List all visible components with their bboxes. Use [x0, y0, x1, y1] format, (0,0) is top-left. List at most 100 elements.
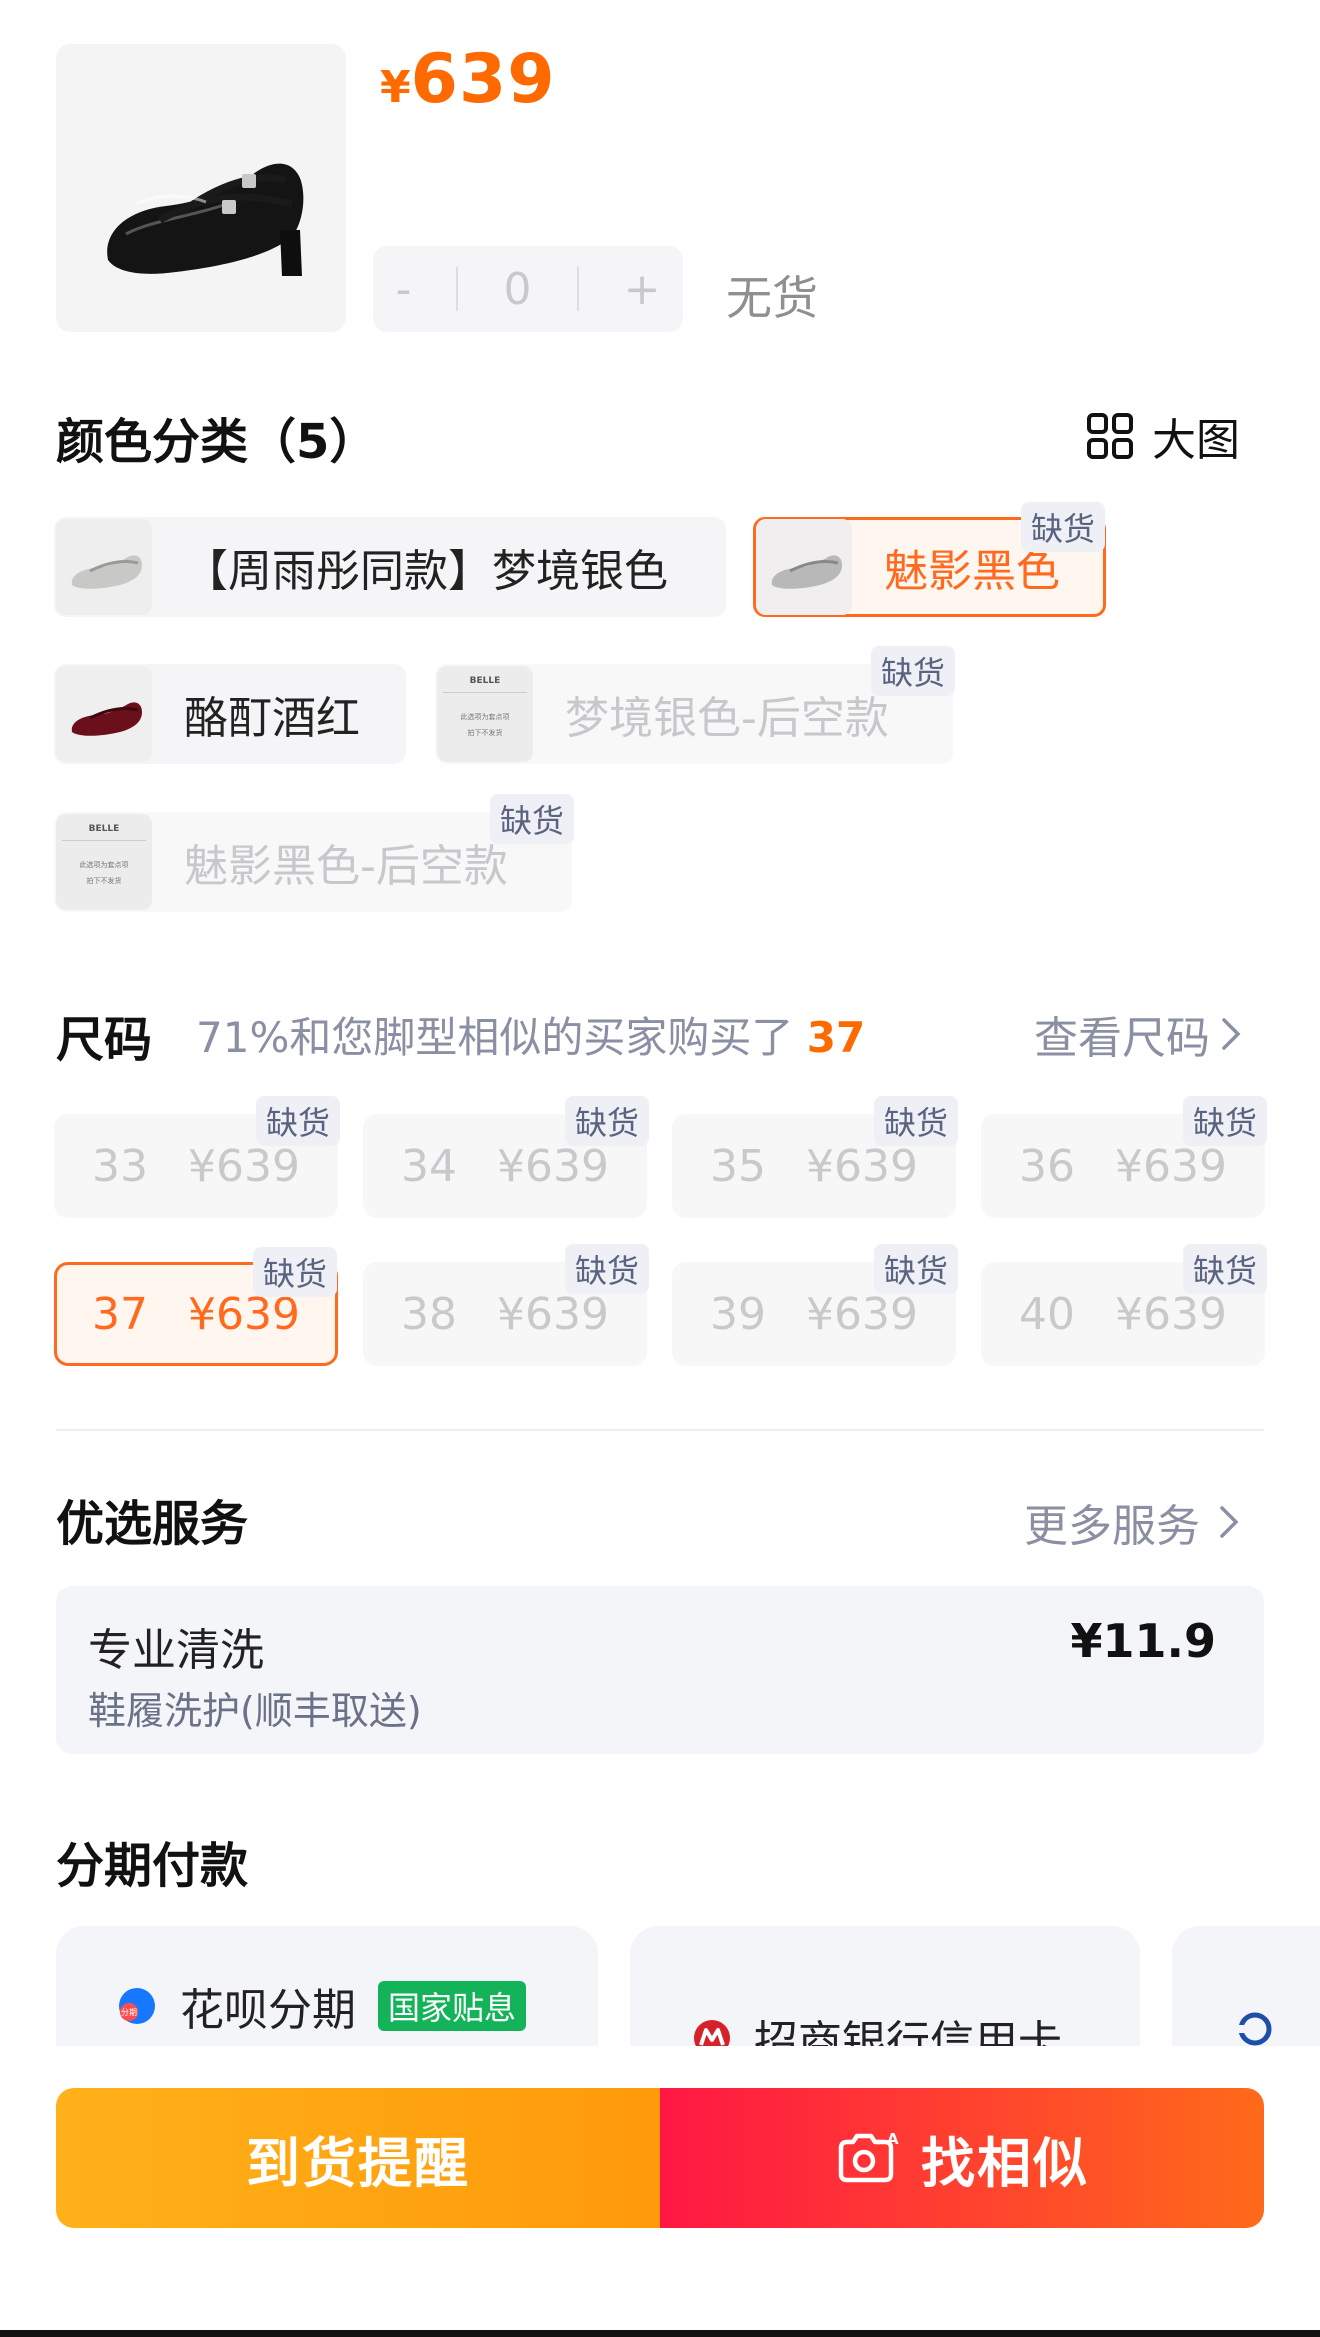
shoe-image [56, 666, 152, 762]
color-option-wine-red[interactable]: 酪酊酒红 [54, 664, 406, 764]
color-option-silver-slingback[interactable]: BELLE 此选项为套点项 拍下不发货 梦境银色-后空款 缺货 [435, 646, 955, 764]
out-of-stock-badge: 缺货 [489, 794, 574, 844]
size-number: 40 [1019, 1288, 1075, 1340]
size-number: 36 [1019, 1140, 1075, 1192]
color-option-silver[interactable]: 【周雨彤同款】梦境银色 [54, 517, 726, 617]
size-option-34[interactable]: 34 ¥639 缺货 [363, 1096, 649, 1218]
placeholder-divider [443, 692, 527, 693]
huabei-row: 分期 花呗分期 国家贴息 [116, 1974, 527, 2038]
placeholder-thumbnail: BELLE 此选项为套点项 拍下不发货 [56, 814, 152, 910]
size-guide-label: 查看尺码 [1034, 1013, 1210, 1064]
more-services-label: 更多服务 [1024, 1501, 1200, 1552]
size-price: ¥639 [497, 1140, 609, 1192]
size-option-39[interactable]: 39 ¥639 缺货 [672, 1244, 958, 1366]
size-price: ¥639 [1115, 1288, 1227, 1340]
chevron-right-icon [1222, 1018, 1241, 1050]
color-thumbnail [56, 519, 152, 615]
big-view-label: 大图 [1152, 415, 1240, 466]
services-title: 优选服务 [56, 1496, 249, 1552]
out-of-stock-badge: 缺货 [1182, 1096, 1267, 1146]
color-option-black[interactable]: 魅影黑色 缺货 [753, 502, 1106, 617]
color-option-label: 梦境银色-后空款 [565, 693, 889, 744]
service-description: 鞋履洗护(顺丰取送) [88, 1689, 422, 1733]
find-similar-button[interactable]: AI 找相似 [660, 2088, 1264, 2228]
size-option-35[interactable]: 35 ¥639 缺货 [672, 1096, 958, 1218]
placeholder-line-2: 拍下不发货 [467, 729, 503, 737]
size-price: ¥639 [188, 1140, 300, 1192]
chevron-right-icon [1220, 1506, 1239, 1538]
service-name: 专业清洗 [88, 1625, 264, 1676]
arrival-notice-button[interactable]: 到货提醒 [56, 2088, 660, 2228]
arrival-notice-label: 到货提醒 [246, 2131, 470, 2195]
home-indicator [0, 2330, 1320, 2337]
ai-camera-icon: AI [838, 2130, 899, 2183]
size-number: 38 [401, 1288, 457, 1340]
size-option-36[interactable]: 36 ¥639 缺货 [981, 1096, 1267, 1218]
brand-text: BELLE [88, 824, 120, 834]
size-price: ¥639 [497, 1288, 609, 1340]
price-value: 639 [410, 40, 556, 119]
installment-label: 花呗分期 [180, 1985, 356, 2036]
size-number: 33 [92, 1140, 148, 1192]
color-option-label: 魅影黑色-后空款 [184, 841, 508, 892]
size-price: ¥639 [806, 1288, 918, 1340]
installment-title: 分期付款 [56, 1838, 249, 1894]
size-section-title: 尺码 [56, 1012, 153, 1068]
out-of-stock-badge: 缺货 [870, 646, 955, 696]
service-card-cleaning[interactable]: 专业清洗 鞋履洗护(顺丰取送) ¥11.9 [56, 1586, 1264, 1754]
stepper-divider [576, 267, 579, 311]
stepper-divider [456, 267, 459, 311]
color-thumbnail [756, 519, 852, 615]
more-services-link[interactable]: 更多服务 [1024, 1490, 1240, 1554]
find-similar-label: 找相似 [921, 2131, 1089, 2195]
placeholder-line-2: 拍下不发货 [86, 877, 122, 885]
shoe-image [107, 163, 304, 276]
recommended-size: 37 [806, 1013, 866, 1062]
big-view-button[interactable]: 大图 [1086, 404, 1240, 468]
size-option-38[interactable]: 38 ¥639 缺货 [363, 1244, 649, 1366]
shoe-image [756, 519, 852, 615]
size-hint-text: 71%和您脚型相似的买家购买了 [196, 1013, 794, 1062]
out-of-stock-badge: 缺货 [1020, 502, 1105, 552]
color-option-label: 【周雨彤同款】梦境银色 [184, 546, 668, 597]
quantity-stepper[interactable]: - 0 + [373, 246, 683, 332]
section-divider [56, 1429, 1264, 1431]
color-section-title: 颜色分类（5） [56, 414, 378, 470]
brand-text: BELLE [469, 676, 501, 686]
huabei-icon: 分期 [119, 1988, 155, 2024]
placeholder-line-1: 此选项为套点项 [79, 861, 129, 869]
ai-icon-text: AI [887, 2130, 899, 2148]
increment-button[interactable]: + [624, 264, 661, 315]
shoe-image [56, 519, 152, 615]
product-thumbnail[interactable] [56, 44, 346, 332]
grid-icon [1087, 413, 1133, 459]
size-option-40[interactable]: 40 ¥639 缺货 [981, 1244, 1267, 1366]
bank-logo-icon [1238, 2012, 1272, 2046]
out-of-stock-badge: 缺货 [873, 1096, 958, 1146]
color-option-label: 酪酊酒红 [184, 693, 360, 744]
out-of-stock-badge: 缺货 [564, 1096, 649, 1146]
size-guide-link[interactable]: 查看尺码 [1034, 1002, 1242, 1066]
subsidy-badge: 国家贴息 [378, 1981, 527, 2031]
decrement-button[interactable]: - [396, 264, 412, 315]
color-thumbnail [56, 666, 152, 762]
size-option-37[interactable]: 37 ¥639 缺货 [54, 1247, 338, 1366]
placeholder-line-1: 此选项为套点项 [460, 713, 510, 721]
size-number: 37 [92, 1288, 148, 1340]
size-number: 34 [401, 1140, 457, 1192]
size-price: ¥639 [1115, 1140, 1227, 1192]
out-of-stock-badge: 缺货 [1182, 1244, 1267, 1294]
service-price: ¥11.9 [1070, 1614, 1216, 1668]
color-option-black-slingback[interactable]: BELLE 此选项为套点项 拍下不发货 魅影黑色-后空款 缺货 [54, 794, 574, 912]
product-price: ¥639 [380, 40, 556, 119]
out-of-stock-badge: 缺货 [252, 1247, 337, 1297]
out-of-stock-badge: 缺货 [873, 1244, 958, 1294]
size-option-33[interactable]: 33 ¥639 缺货 [54, 1096, 340, 1218]
placeholder-thumbnail: BELLE 此选项为套点项 拍下不发货 [437, 666, 533, 762]
currency-symbol: ¥ [380, 62, 411, 113]
quantity-value[interactable]: 0 [504, 264, 532, 315]
stock-status: 无货 [726, 271, 818, 325]
placeholder-divider [62, 840, 146, 841]
size-number: 39 [710, 1288, 766, 1340]
out-of-stock-badge: 缺货 [564, 1244, 649, 1294]
